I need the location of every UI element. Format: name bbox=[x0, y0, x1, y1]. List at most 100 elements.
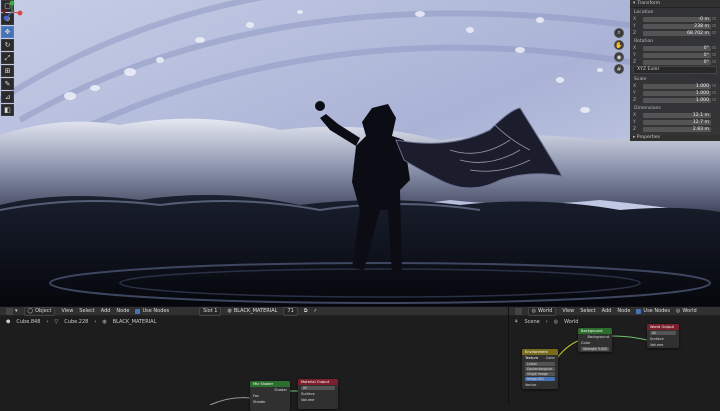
fake-user-icon[interactable]: ⧉ bbox=[304, 308, 308, 314]
material-sphere-icon: ◍ bbox=[227, 308, 232, 314]
dimensions-x-row[interactable]: X 12.1 m bbox=[633, 112, 717, 118]
grid-icon[interactable]: # bbox=[614, 64, 624, 74]
rotation-mode-select[interactable]: XYZ Euler bbox=[633, 66, 717, 74]
scale-z-row[interactable]: Z 1.000 ⊡ bbox=[633, 97, 717, 103]
transform-icon[interactable]: ⊞ bbox=[1, 65, 14, 77]
use-nodes-label: Use Nodes bbox=[643, 308, 670, 314]
lock-icon[interactable]: ⊡ bbox=[711, 17, 717, 22]
rotation-y-field[interactable]: 0° bbox=[643, 52, 711, 58]
world-selector[interactable]: ◎ World bbox=[676, 308, 697, 314]
axis-label: Z bbox=[633, 59, 637, 65]
scale-label: Scale bbox=[634, 77, 647, 82]
dimensions-z-row[interactable]: Z 2.83 m bbox=[633, 126, 717, 132]
dimensions-z-field[interactable]: 2.83 m bbox=[643, 126, 711, 132]
menu-add-right[interactable]: Add bbox=[602, 308, 612, 314]
measure-icon[interactable]: ⊿ bbox=[1, 91, 14, 103]
node-input-socket[interactable]: Vector bbox=[522, 382, 558, 388]
add-cube-icon[interactable]: ◧ bbox=[1, 104, 14, 116]
node-input-socket[interactable]: Shader bbox=[250, 399, 290, 405]
scale-icon[interactable]: ⤢ bbox=[1, 52, 14, 64]
menu-add[interactable]: Add bbox=[101, 308, 111, 314]
menu-node-right[interactable]: Node bbox=[617, 308, 630, 314]
pin-icon[interactable]: ✓ bbox=[313, 308, 317, 314]
rotation-z-row[interactable]: Z 0° ⊡ bbox=[633, 59, 717, 65]
checkbox-icon bbox=[135, 308, 141, 314]
world-icon: ◎ bbox=[531, 307, 536, 314]
menu-select[interactable]: Select bbox=[79, 308, 94, 314]
rotation-y-row[interactable]: Y 0° ⊡ bbox=[633, 52, 717, 58]
node-input-socket[interactable]: Volume bbox=[647, 342, 679, 348]
projection-select[interactable]: Equirectangular bbox=[525, 367, 555, 371]
object-icon: ◯ bbox=[27, 307, 34, 314]
use-nodes-toggle[interactable]: Use Nodes bbox=[135, 308, 169, 314]
lock-icon[interactable]: ⊡ bbox=[711, 46, 717, 51]
editor-type-button-right[interactable] bbox=[514, 307, 522, 315]
use-nodes-toggle-right[interactable]: Use Nodes bbox=[636, 308, 670, 314]
material-selector[interactable]: ◍ BLACK_MATERIAL bbox=[227, 308, 277, 314]
menu-select-right[interactable]: Select bbox=[580, 308, 595, 314]
location-y-field[interactable]: 238 m bbox=[643, 23, 711, 29]
scale-z-field[interactable]: 1.000 bbox=[643, 97, 711, 103]
navigation-gizmo-icon[interactable] bbox=[0, 0, 24, 24]
dimensions-y-field[interactable]: 12.7 m bbox=[643, 119, 711, 125]
pan-hand-icon[interactable]: ✋ bbox=[614, 40, 624, 50]
properties-section[interactable]: ▸ Properties bbox=[630, 135, 720, 141]
location-z-row[interactable]: Z 68.702 m ⊡ bbox=[633, 30, 717, 36]
annotate-icon[interactable]: ✎ bbox=[1, 78, 14, 90]
node-title: Material Output bbox=[298, 379, 338, 385]
location-y-row[interactable]: Y 238 m ⊡ bbox=[633, 23, 717, 29]
shader-mode-label: Object bbox=[35, 307, 52, 314]
node-input-socket[interactable]: Color bbox=[578, 340, 612, 346]
rotate-icon[interactable]: ↻ bbox=[1, 39, 14, 51]
lock-icon[interactable]: ⊡ bbox=[711, 84, 717, 89]
zoom-icon[interactable]: ⌕ bbox=[614, 28, 624, 38]
mix-shader-node[interactable]: Mix Shader Shader Fac Shader bbox=[250, 381, 290, 411]
editor-type-button[interactable]: ▾ bbox=[6, 307, 18, 315]
menu-view-right[interactable]: View bbox=[562, 308, 574, 314]
dimensions-y-row[interactable]: Y 12.7 m bbox=[633, 119, 717, 125]
3d-viewport[interactable]: ▢ ⊕ ✥ ↻ ⤢ ⊞ ✎ ⊿ ◧ ⌕ ✋ ◉ # ▾ Transform Lo… bbox=[0, 0, 720, 306]
slot-select[interactable]: Slot 1 bbox=[199, 306, 222, 316]
interpolation-select[interactable]: Linear bbox=[525, 362, 555, 366]
scale-x-row[interactable]: X 1.000 ⊡ bbox=[633, 83, 717, 89]
camera-icon[interactable]: ◉ bbox=[614, 52, 624, 62]
target-select[interactable]: All bbox=[301, 386, 335, 390]
location-x-field[interactable]: -0 m bbox=[643, 16, 711, 22]
rotation-x-row[interactable]: X 0° ⊡ bbox=[633, 45, 717, 51]
scale-x-field[interactable]: 1.000 bbox=[643, 83, 711, 89]
location-z-field[interactable]: 68.702 m bbox=[643, 30, 711, 36]
background-node[interactable]: Background Background Color Strength 3.0… bbox=[578, 328, 612, 352]
axis-label: X bbox=[633, 83, 637, 89]
rotation-z-field[interactable]: 0° bbox=[643, 59, 711, 65]
image-file-field[interactable]: Image.001 bbox=[525, 377, 555, 381]
axis-label: Y bbox=[633, 23, 636, 29]
node-input-socket[interactable]: Volume bbox=[298, 397, 338, 403]
source-select[interactable]: Single Image bbox=[525, 372, 555, 376]
scale-y-row[interactable]: Y 1.000 ⊡ bbox=[633, 90, 717, 96]
location-x-row[interactable]: X -0 m ⊡ bbox=[633, 16, 717, 22]
menu-view[interactable]: View bbox=[61, 308, 73, 314]
lock-icon[interactable]: ⊡ bbox=[711, 53, 717, 58]
transform-label: Transform bbox=[637, 1, 661, 6]
world-output-node[interactable]: World Output All Surface Volume bbox=[647, 324, 679, 348]
target-select[interactable]: All bbox=[650, 331, 676, 335]
lock-icon[interactable]: ⊡ bbox=[711, 91, 717, 96]
world-mode-label: World bbox=[538, 307, 553, 314]
shader-mode-select[interactable]: ◯ Object bbox=[23, 306, 56, 316]
move-icon[interactable]: ✥ bbox=[1, 26, 14, 38]
material-users-count[interactable]: 71 bbox=[283, 306, 298, 316]
strength-label: Strength bbox=[583, 347, 597, 351]
rotation-x-field[interactable]: 0° bbox=[643, 45, 711, 51]
lock-icon[interactable]: ⊡ bbox=[711, 98, 717, 103]
transform-header[interactable]: ▾ Transform bbox=[630, 0, 720, 8]
strength-field[interactable]: Strength 3.000 bbox=[581, 347, 609, 351]
environment-texture-node[interactable]: Environment Texture Color Linear Equirec… bbox=[522, 349, 558, 389]
scale-y-field[interactable]: 1.000 bbox=[643, 90, 711, 96]
collapse-icon: ▾ bbox=[633, 1, 636, 6]
menu-node[interactable]: Node bbox=[116, 308, 129, 314]
lock-icon[interactable]: ⊡ bbox=[711, 24, 717, 29]
lock-icon[interactable]: ⊡ bbox=[711, 31, 717, 36]
world-mode-select[interactable]: ◎ World bbox=[527, 306, 557, 316]
lock-icon[interactable]: ⊡ bbox=[711, 60, 717, 65]
dimensions-x-field[interactable]: 12.1 m bbox=[643, 112, 711, 118]
